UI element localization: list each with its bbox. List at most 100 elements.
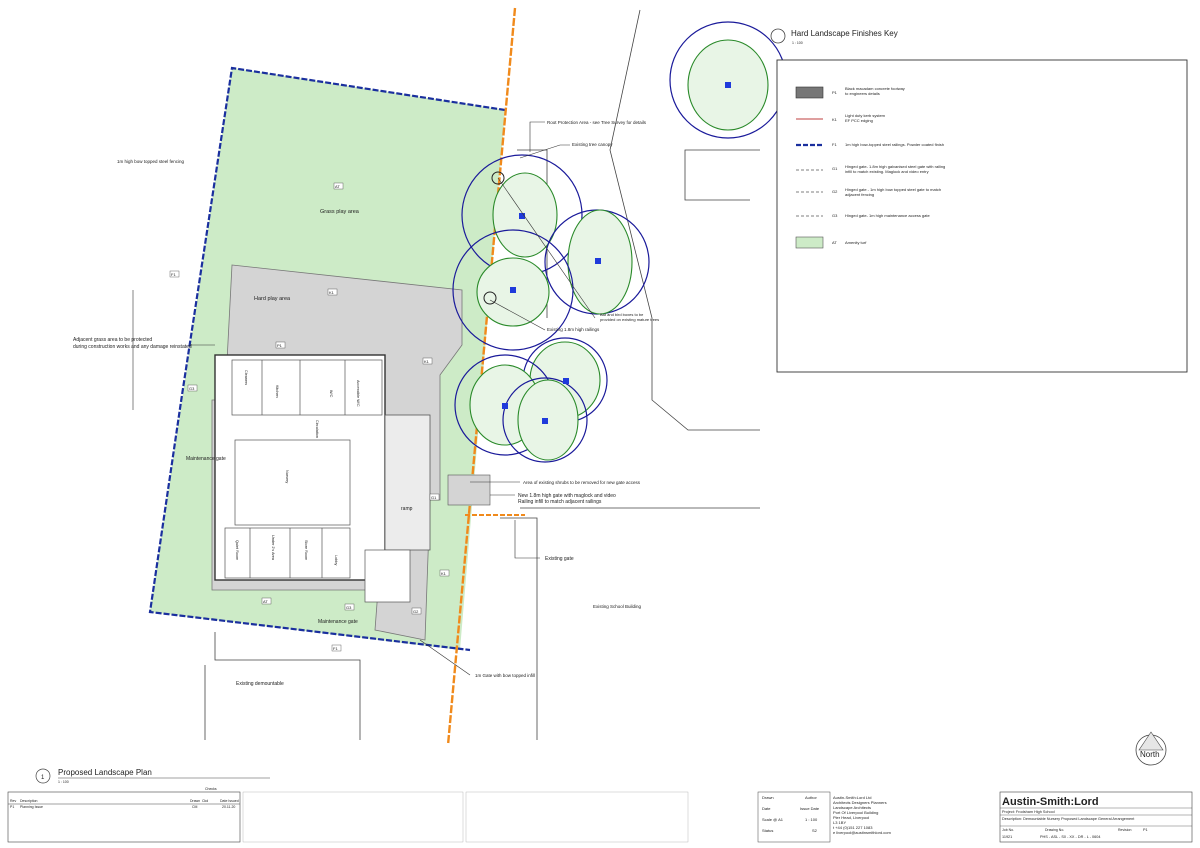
status-label: Status (762, 828, 773, 833)
key-desc-f1: 1m high bow-topped steel railings. Powde… (845, 142, 944, 147)
label-school-building: Existing School Building (593, 604, 642, 609)
project-line: Project: Frodsham High School (1002, 810, 1055, 814)
label-ramp: ramp (401, 506, 413, 512)
key-code-f1: F1 (832, 142, 837, 147)
revision-value: P1 (1143, 828, 1148, 832)
key-scale: 1 : 100 (792, 41, 803, 45)
room-store: Store Room (304, 540, 308, 560)
turf-swatch (795, 236, 824, 249)
date-value: Issue Date (800, 806, 820, 811)
tag-k1-1: K1 (329, 290, 335, 295)
room-nursery: Nursery (285, 470, 289, 483)
plan-title: Proposed Landscape Plan (58, 768, 152, 777)
room-circulation: Circulation (315, 420, 319, 438)
revision-table: Checks Rev Description Drawn Ckd Date Is… (7, 787, 241, 843)
label-adjacent-grass-2: during construction works and any damage… (73, 344, 192, 350)
key-desc-at: Amenity turf (845, 240, 867, 245)
title-block: Drawn Author Date Issue Date Scale @ A1 … (757, 791, 1193, 843)
label-root-protection: Root Protection Area - see Tree Survey f… (547, 120, 647, 125)
rev-header-date: Date Issued (220, 799, 239, 803)
tag-k1-2: K1 (424, 359, 430, 364)
label-new-gate-2: Railing infill to match adjacent railing… (518, 499, 602, 505)
tag-at-2: AT (263, 599, 268, 604)
company-logo: Austin-Smith:Lord (1002, 796, 1099, 808)
label-hard-play: Hard play area (254, 296, 291, 302)
key-code-g3: G3 (832, 213, 838, 218)
label-existing-railings: Existing 1.8m high railings (547, 327, 600, 332)
key-panel (776, 59, 1188, 373)
key-code-at: AT (832, 240, 837, 245)
scale-value: 1 : 100 (805, 817, 818, 822)
plan-scale: 1 : 100 (58, 780, 69, 784)
room-under2s: Under 2's Area (271, 535, 275, 561)
checks-header: Checks (205, 787, 217, 791)
job-no: 11921 (1002, 835, 1012, 839)
key-title: Hard Landscape Finishes Key (791, 29, 898, 38)
key-desc-g2-b: adjacent fencing (845, 192, 874, 197)
drawing-sheet: Hard Landscape Finishes Key 1 : 100 P1 K… (7, 7, 1193, 843)
key-code-p1: P1 (832, 90, 838, 95)
label-bat-boxes-2: provided on existing mature trees (600, 317, 659, 322)
key-title-marker (770, 28, 786, 44)
room-quiet: Quiet Room (235, 540, 239, 560)
job-no-label: Job No. (1002, 828, 1014, 832)
tag-g1: G1 (431, 495, 437, 500)
tag-g3-2: G3 (346, 605, 352, 610)
drawn-value: Author (805, 795, 817, 800)
company-line-7: e liverpool@austinsmithlord.com (833, 830, 892, 835)
key-code-g1: G1 (832, 166, 838, 171)
room-kitchen: Kitchen (275, 385, 279, 398)
label-maintenance-gate-s: Maintenance gate (318, 619, 358, 625)
tag-f1-1: F1 (171, 272, 176, 277)
tag-g3-1: G3 (189, 386, 195, 391)
north-arrow: North (1135, 731, 1167, 766)
scale-label: Scale @ A1 (762, 817, 784, 822)
tag-g2: G2 (413, 609, 419, 614)
key-desc-p1-b: to engineers details (845, 91, 880, 96)
drawing-no: PHS - ASL - S0 - XX - DR - L - 0604 (1040, 835, 1101, 839)
notes-box-1 (242, 791, 464, 843)
rev-row-rev: P1 (10, 805, 14, 809)
label-existing-canopy: Existing tree canopy (572, 142, 613, 147)
revision-label: Revision (1118, 828, 1131, 832)
key-desc-g1-b: infill to match existing. Maglock and vi… (845, 169, 929, 174)
rev-header-rev: Rev (10, 799, 16, 803)
room-lobby: Lobby (334, 555, 338, 565)
shrub-removal-area (447, 474, 491, 506)
key-code-k1: K1 (832, 117, 838, 122)
rev-header-ckd: Ckd (202, 799, 208, 803)
label-gate-infill: 1m Gate with bow topped infill (475, 673, 535, 678)
description-line: Description: Demountable Nursery Propose… (1002, 817, 1135, 821)
tag-f1-2: F1 (333, 646, 338, 651)
label-maintenance-gate-w: Maintenance gate (186, 456, 226, 462)
north-label: North (1140, 750, 1160, 759)
label-shrubs: Area of existing shrubs to be removed fo… (523, 480, 641, 485)
label-adjacent-grass-1: Adjacent grass area to be protected (73, 337, 152, 343)
rev-header-desc: Description (20, 799, 38, 803)
room-wc: W/C (329, 390, 333, 398)
macadam-swatch (795, 86, 824, 99)
plan-number: 1 (41, 775, 45, 781)
status-value: S2 (812, 828, 818, 833)
drawing-no-label: Drawing No. (1045, 828, 1064, 832)
tag-p1: P1 (277, 343, 283, 348)
key-code-g2: G2 (832, 189, 838, 194)
key-desc-g3: Hinged gate- 1m high maintenance access … (845, 213, 930, 218)
rev-row-drawn: CM (192, 805, 198, 809)
room-cleaners: Cleaners (244, 370, 248, 385)
tag-k1-3: K1 (441, 571, 447, 576)
label-grass-play: Grass play area (320, 209, 360, 215)
drawn-label: Drawn (762, 795, 774, 800)
tag-at-1: AT (335, 184, 340, 189)
room-accessible-wc: Accessible W/C (356, 380, 360, 407)
rev-row-desc: Planning Issue (20, 805, 43, 809)
label-demountable: Existing demountable (236, 681, 284, 687)
label-existing-gate: Existing gate (545, 556, 574, 562)
label-fencing: 1m high bow topped steel fencing (117, 159, 185, 164)
rev-row-date: 20.11.20 (222, 805, 235, 809)
tree-canopies (452, 21, 787, 463)
date-label: Date (762, 806, 771, 811)
key-desc-k1-b: EF PCC edging (845, 118, 873, 123)
rev-header-drawn: Drawn (190, 799, 200, 803)
notes-box-2 (465, 791, 689, 843)
